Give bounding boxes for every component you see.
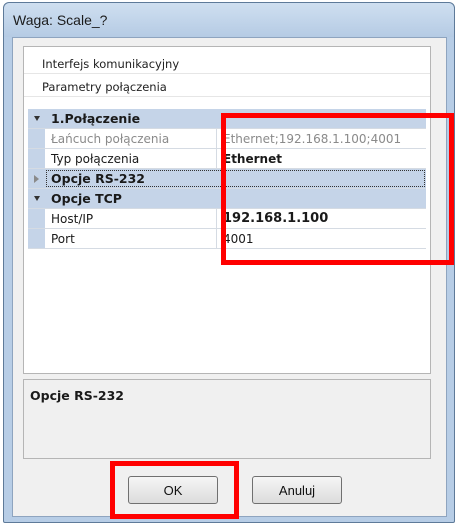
panel-item-connection-params[interactable]: Parametry połączenia bbox=[24, 78, 430, 97]
property-name: Port bbox=[45, 229, 217, 248]
description-pane: Opcje RS-232 bbox=[23, 379, 431, 459]
window-title: Waga: Scale_? bbox=[13, 12, 108, 28]
cancel-button[interactable]: Anuluj bbox=[252, 476, 342, 504]
property-name: Host/IP bbox=[45, 209, 217, 228]
expand-triangle-icon[interactable] bbox=[34, 196, 40, 201]
panel-item-interface[interactable]: Interfejs komunikacyjny bbox=[24, 55, 430, 74]
collapse-triangle-icon[interactable] bbox=[34, 175, 39, 183]
title-bar[interactable]: Waga: Scale_? bbox=[4, 3, 454, 37]
description-title: Opcje RS-232 bbox=[30, 388, 125, 403]
property-name: Łańcuch połączenia bbox=[45, 129, 217, 148]
expand-triangle-icon[interactable] bbox=[34, 116, 40, 121]
property-name: Typ połączenia bbox=[45, 149, 217, 168]
highlight-box-values bbox=[221, 113, 454, 265]
highlight-box-ok bbox=[110, 461, 239, 519]
